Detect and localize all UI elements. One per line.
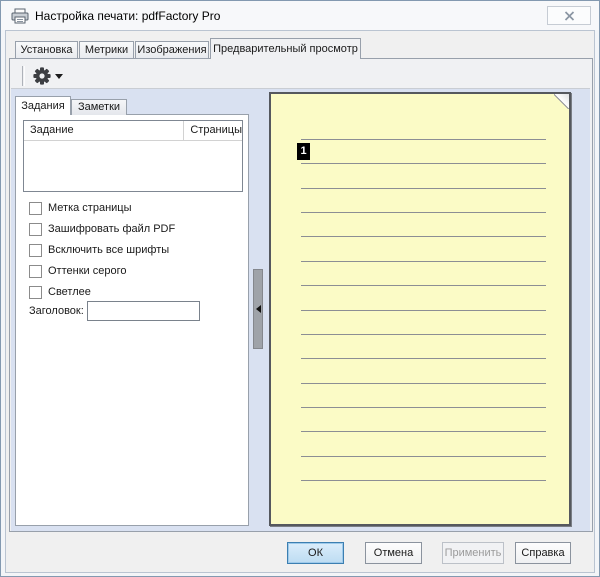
checkbox-label: Светлее	[48, 286, 91, 298]
title-field-label: Заголовок:	[29, 305, 84, 317]
column-header-pages[interactable]: Страницы	[184, 121, 242, 141]
checkbox-lighter[interactable]: Светлее	[29, 284, 91, 300]
panel-splitter[interactable]	[253, 269, 263, 349]
cancel-button[interactable]: Отмена	[365, 542, 422, 564]
ruled-line	[301, 480, 546, 481]
ruled-line	[301, 407, 546, 408]
gear-icon	[32, 66, 52, 86]
ruled-line	[301, 456, 546, 457]
subtab-jobs[interactable]: Задания	[15, 96, 71, 115]
tab-preview[interactable]: Предварительный просмотр	[210, 38, 361, 59]
help-button[interactable]: Справка	[515, 542, 571, 564]
ruled-line	[301, 431, 546, 432]
ruled-line	[301, 261, 546, 262]
checkbox-embed-all-fonts[interactable]: Всключить все шрифты	[29, 242, 169, 258]
job-list-header: Задание Страницы	[24, 121, 242, 141]
ruled-line	[301, 310, 546, 311]
checkbox-label: Всключить все шрифты	[48, 244, 169, 256]
page-number-badge: 1	[297, 143, 310, 160]
close-button[interactable]	[547, 6, 591, 25]
ruled-line	[301, 383, 546, 384]
ruled-line	[301, 163, 546, 164]
job-list[interactable]: Задание Страницы	[23, 120, 243, 192]
ok-button[interactable]: ОК	[287, 542, 344, 564]
column-header-job[interactable]: Задание	[24, 121, 184, 141]
splitter-collapse-icon	[256, 305, 261, 313]
ruled-line	[301, 236, 546, 237]
toolbar-grip[interactable]	[22, 66, 25, 86]
dropdown-arrow-icon	[55, 74, 63, 79]
ruled-line	[301, 139, 546, 140]
checkbox-box[interactable]	[29, 286, 42, 299]
print-settings-dialog: Настройка печати: pdfFactory Pro Установ…	[0, 0, 600, 577]
checkbox-page-label[interactable]: Метка страницы	[29, 200, 132, 216]
ruled-line	[301, 212, 546, 213]
checkbox-box[interactable]	[29, 202, 42, 215]
checkbox-grayscale[interactable]: Оттенки серого	[29, 263, 126, 279]
title-bar: Настройка печати: pdfFactory Pro	[1, 1, 599, 30]
printer-icon	[11, 8, 29, 24]
checkbox-label: Зашифровать файл PDF	[48, 223, 175, 235]
jobs-panel: Задание Страницы Метка страницы Зашифров…	[15, 114, 249, 526]
preview-page[interactable]: 1	[269, 92, 571, 526]
tab-images[interactable]: Изображения	[135, 41, 209, 59]
checkbox-box[interactable]	[29, 244, 42, 257]
title-field-input[interactable]	[87, 301, 200, 321]
checkbox-label: Метка страницы	[48, 202, 132, 214]
ruled-line	[301, 358, 546, 359]
ruled-line	[301, 285, 546, 286]
subtab-notes[interactable]: Заметки	[71, 99, 127, 115]
apply-button[interactable]: Применить	[442, 542, 504, 564]
settings-menu-button[interactable]	[28, 64, 66, 88]
toolbar	[11, 63, 590, 89]
tab-setup[interactable]: Установка	[15, 41, 78, 59]
ruled-line	[301, 334, 546, 335]
checkbox-box[interactable]	[29, 265, 42, 278]
checkbox-encrypt-pdf[interactable]: Зашифровать файл PDF	[29, 221, 175, 237]
checkbox-label: Оттенки серого	[48, 265, 126, 277]
checkbox-box[interactable]	[29, 223, 42, 236]
ruled-line	[301, 188, 546, 189]
close-icon	[564, 11, 575, 21]
page-fold-icon	[554, 94, 569, 109]
window-title: Настройка печати: pdfFactory Pro	[35, 9, 220, 23]
tab-metrics[interactable]: Метрики	[79, 41, 134, 59]
